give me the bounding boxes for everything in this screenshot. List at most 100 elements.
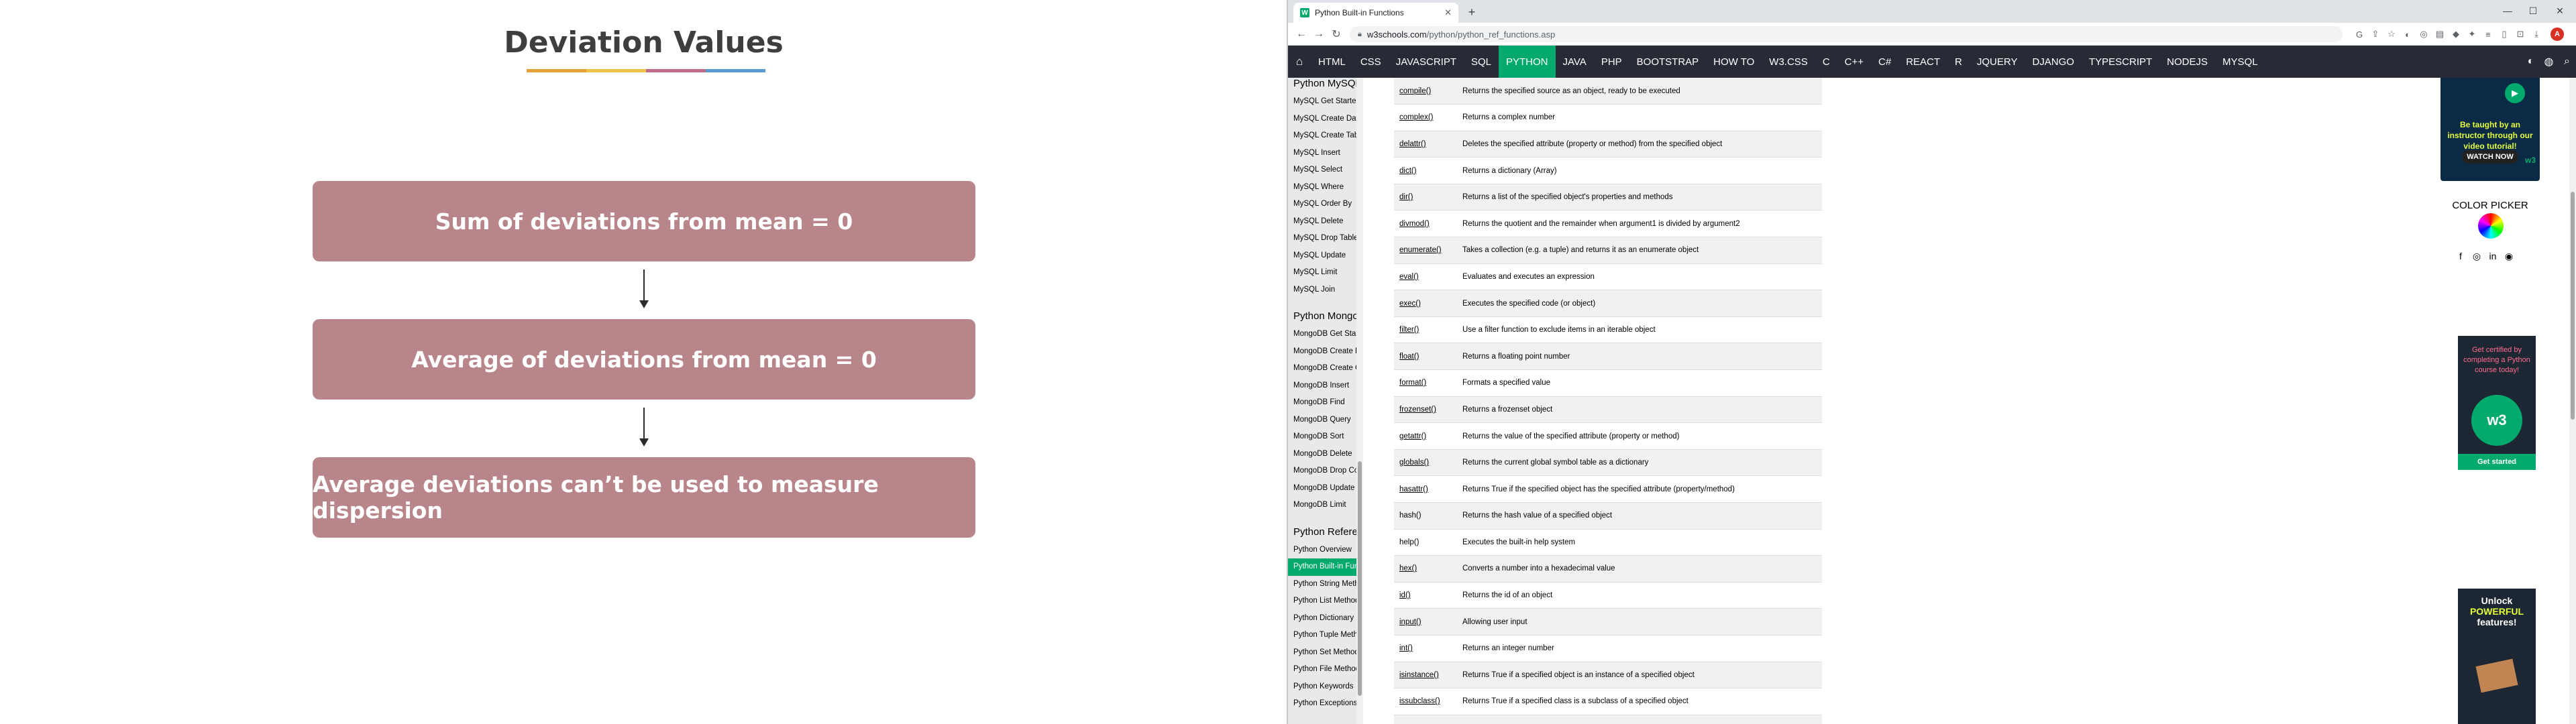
nav-item-c[interactable]: C <box>1815 46 1837 78</box>
sidebar-item[interactable]: MySQL Delete <box>1288 213 1356 231</box>
sidebar-item[interactable]: Python File Methods <box>1288 661 1356 678</box>
nav-item-django[interactable]: DJANGO <box>2025 46 2082 78</box>
sidebar-item[interactable]: MongoDB Drop Collection <box>1288 463 1356 480</box>
function-link[interactable]: getattr() <box>1399 432 1426 440</box>
tab-search-icon[interactable]: ⊡ <box>2514 28 2526 40</box>
sidebar-item[interactable]: Python String Methods <box>1288 576 1356 593</box>
nav-item-javascript[interactable]: JAVASCRIPT <box>1389 46 1464 78</box>
puzzle-extensions-icon[interactable]: ✦ <box>2466 28 2478 40</box>
sidebar-item[interactable]: MongoDB Create Database <box>1288 343 1356 361</box>
nav-item-html[interactable]: HTML <box>1311 46 1353 78</box>
extension-icon[interactable]: ▤ <box>2434 28 2446 40</box>
video-tutorial-ad[interactable]: ▶ Be taught by an instructor through our… <box>2440 78 2540 181</box>
sidebar-icon[interactable]: ▯ <box>2498 28 2510 40</box>
sidebar-item[interactable]: Python Exceptions <box>1288 695 1356 713</box>
share-icon[interactable]: ⇪ <box>2369 28 2381 40</box>
function-link[interactable]: eval() <box>1399 273 1419 281</box>
color-picker-icon[interactable] <box>2478 213 2504 239</box>
reload-icon[interactable]: ↻ <box>1328 26 1344 42</box>
function-link[interactable]: format() <box>1399 379 1426 387</box>
discord-icon[interactable]: ◉ <box>2504 251 2514 261</box>
sidebar-item[interactable]: Python Keywords <box>1288 678 1356 696</box>
sidebar-item[interactable]: Python List Methods <box>1288 593 1356 610</box>
globe-icon[interactable]: ◍ <box>2540 46 2558 78</box>
contrast-icon[interactable]: ◐ <box>2522 46 2540 78</box>
sidebar-scrollbar-thumb[interactable] <box>1358 461 1362 696</box>
page-scrollbar-thumb[interactable] <box>2571 192 2575 420</box>
sidebar-item[interactable]: MongoDB Query <box>1288 412 1356 429</box>
url-input[interactable]: 🔒︎ w3schools.com/python/python_ref_funct… <box>1350 26 2343 42</box>
unlock-features-ad[interactable]: Unlock POWERFUL features! <box>2458 589 2536 724</box>
function-link[interactable]: globals() <box>1399 459 1429 467</box>
nav-item-c-[interactable]: C++ <box>1837 46 1871 78</box>
function-link[interactable]: frozenset() <box>1399 406 1436 414</box>
instagram-icon[interactable]: ◎ <box>2471 251 2482 261</box>
extension-icon[interactable]: ◎ <box>2418 28 2430 40</box>
nav-item-css[interactable]: CSS <box>1353 46 1389 78</box>
extension-icon[interactable]: ◐ <box>2402 28 2414 40</box>
bookmark-star-icon[interactable]: ☆ <box>2385 28 2398 40</box>
nav-item-typescript[interactable]: TYPESCRIPT <box>2082 46 2159 78</box>
function-link[interactable]: dict() <box>1399 167 1417 175</box>
nav-item-python[interactable]: PYTHON <box>1499 46 1556 78</box>
function-link[interactable]: compile() <box>1399 87 1431 95</box>
nav-item-w3-css[interactable]: W3.CSS <box>1762 46 1815 78</box>
play-icon[interactable]: ▶ <box>2505 83 2525 103</box>
sidebar-item[interactable]: MongoDB Sort <box>1288 428 1356 446</box>
function-link[interactable]: input() <box>1399 618 1421 626</box>
back-arrow-icon[interactable]: ← <box>1293 26 1309 42</box>
nav-item-c-[interactable]: C# <box>1871 46 1898 78</box>
sidebar-item[interactable]: Python Set Methods <box>1288 644 1356 662</box>
sidebar-item[interactable]: MongoDB Limit <box>1288 497 1356 514</box>
function-link[interactable]: hex() <box>1399 564 1417 572</box>
download-icon[interactable]: ⤓ <box>2530 28 2542 40</box>
function-link[interactable]: hasattr() <box>1399 485 1428 493</box>
nav-item-nodejs[interactable]: NODEJS <box>2159 46 2215 78</box>
sidebar-item[interactable]: MongoDB Get Started <box>1288 326 1356 343</box>
nav-item-mysql[interactable]: MYSQL <box>2215 46 2265 78</box>
sidebar-item[interactable]: MySQL Create Database <box>1288 111 1356 128</box>
sidebar-item[interactable]: MySQL Insert <box>1288 145 1356 162</box>
lock-icon[interactable]: 🔒︎ <box>1358 30 1362 39</box>
function-link[interactable]: complex() <box>1399 113 1433 121</box>
get-started-button[interactable]: Get started <box>2458 454 2536 470</box>
nav-item-php[interactable]: PHP <box>1594 46 1629 78</box>
nav-item-how-to[interactable]: HOW TO <box>1706 46 1762 78</box>
sidebar-item[interactable]: MySQL Drop Table <box>1288 230 1356 247</box>
sidebar-item[interactable]: Python Overview <box>1288 542 1356 559</box>
facebook-icon[interactable]: f <box>2455 251 2466 261</box>
reading-list-icon[interactable]: ≡ <box>2482 28 2494 40</box>
forward-arrow-icon[interactable]: → <box>1311 26 1327 42</box>
function-link[interactable]: float() <box>1399 353 1419 361</box>
sidebar-item[interactable]: Python Built-in Functions <box>1288 558 1356 576</box>
profile-avatar[interactable]: A <box>2551 27 2564 41</box>
sidebar-item[interactable]: MySQL Select <box>1288 162 1356 179</box>
sidebar-scrollbar[interactable] <box>1356 78 1363 724</box>
function-link[interactable]: id() <box>1399 591 1411 599</box>
nav-item-bootstrap[interactable]: BOOTSTRAP <box>1629 46 1707 78</box>
sidebar-item[interactable]: Python Tuple Methods <box>1288 627 1356 644</box>
sidebar-item[interactable]: MongoDB Find <box>1288 394 1356 412</box>
sidebar-item[interactable]: MySQL Update <box>1288 247 1356 265</box>
minimize-icon[interactable]: — <box>2496 3 2520 19</box>
function-link[interactable]: isinstance() <box>1399 671 1439 679</box>
sidebar-item[interactable]: MongoDB Create Collection <box>1288 360 1356 377</box>
function-link[interactable]: int() <box>1399 644 1413 652</box>
extension-icon[interactable]: ◆ <box>2450 28 2462 40</box>
page-scrollbar[interactable] <box>2569 78 2576 724</box>
sidebar-item[interactable]: MySQL Get Started <box>1288 93 1356 111</box>
nav-item-jquery[interactable]: JQUERY <box>1970 46 2025 78</box>
sidebar-item[interactable]: MySQL Join <box>1288 282 1356 299</box>
sidebar-item[interactable]: MongoDB Insert <box>1288 377 1356 395</box>
function-link[interactable]: dir() <box>1399 193 1413 201</box>
browser-tab[interactable]: W Python Built-in Functions ✕ <box>1293 3 1458 23</box>
sidebar-item[interactable]: MySQL Create Table <box>1288 127 1356 145</box>
close-window-icon[interactable]: ✕ <box>2548 3 2572 19</box>
function-link[interactable]: divmod() <box>1399 220 1430 228</box>
home-icon[interactable]: ⌂ <box>1288 46 1311 78</box>
maximize-icon[interactable]: ☐ <box>2521 3 2545 19</box>
linkedin-icon[interactable]: in <box>2487 251 2498 261</box>
close-tab-icon[interactable]: ✕ <box>1444 7 1452 18</box>
sidebar-item[interactable]: MongoDB Delete <box>1288 446 1356 463</box>
sidebar-item[interactable]: MySQL Order By <box>1288 196 1356 213</box>
